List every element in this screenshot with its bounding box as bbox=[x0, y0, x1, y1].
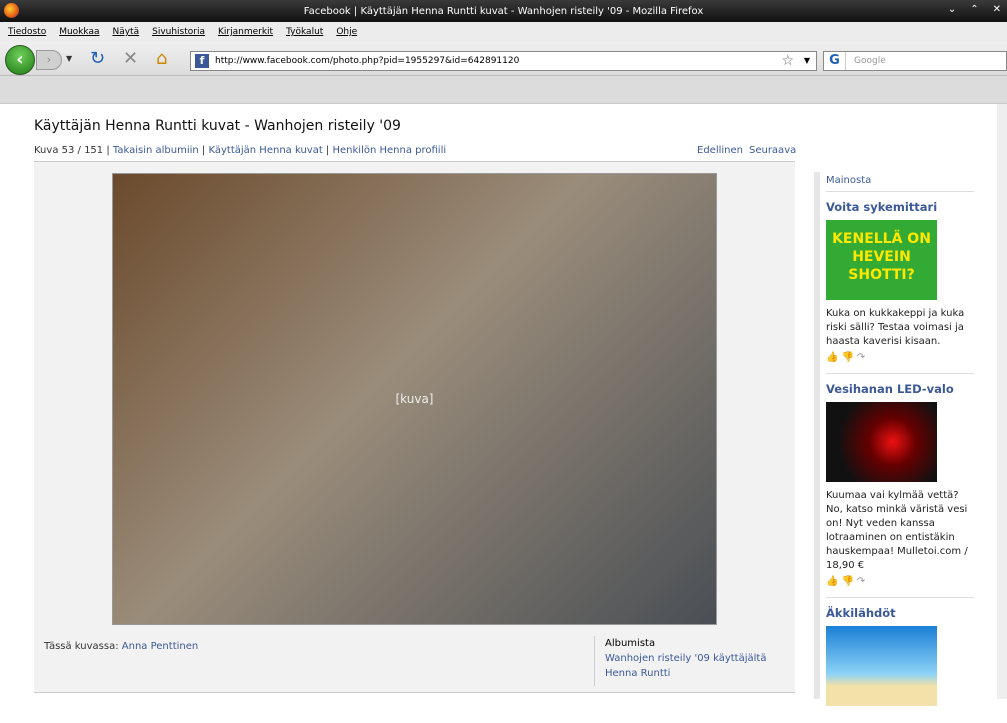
scrollbar[interactable] bbox=[997, 104, 1007, 699]
url-text: http://www.facebook.com/photo.php?pid=19… bbox=[215, 56, 520, 66]
back-to-album-link[interactable]: Takaisin albumiin bbox=[113, 145, 199, 156]
breadcrumb: Kuva 53 / 151 | Takaisin albumiin | Käyt… bbox=[34, 145, 447, 156]
tagged-label: Tässä kuvassa: bbox=[44, 641, 119, 652]
advertise-link[interactable]: Mainosta bbox=[826, 175, 871, 186]
title-bar: Facebook | Käyttäjän Henna Runtti kuvat … bbox=[0, 0, 1007, 22]
firefox-icon bbox=[4, 3, 19, 18]
stop-icon[interactable]: ✕ bbox=[123, 49, 138, 69]
history-dropdown-icon[interactable]: ▼ bbox=[66, 54, 72, 63]
divider bbox=[34, 692, 795, 693]
ad-image[interactable]: KENELLÄ ON HEVEIN SHOTTI? bbox=[826, 220, 937, 300]
ad-item[interactable]: Voita sykemittari KENELLÄ ON HEVEIN SHOT… bbox=[826, 192, 974, 374]
bookmarks-toolbar bbox=[0, 76, 1007, 104]
window-title: Facebook | Käyttäjän Henna Runtti kuvat … bbox=[303, 5, 704, 17]
ad-title[interactable]: Vesihanan LED-valo bbox=[826, 382, 974, 396]
minimize-button[interactable]: ⌄ bbox=[948, 4, 956, 15]
album-info: Albumista Wanhojen risteily '09 käyttäjä… bbox=[594, 636, 766, 686]
ad-image[interactable] bbox=[826, 626, 937, 706]
album-owner-link[interactable]: Henna Runtti bbox=[605, 668, 670, 679]
ad-item[interactable]: Äkkilähdöt bbox=[826, 598, 974, 723]
ad-description: Kuumaa vai kylmää vettä? No, katso minkä… bbox=[826, 490, 968, 571]
photo[interactable]: [kuva] bbox=[112, 173, 717, 625]
photo-area: [kuva] Tässä kuvassa: Anna Penttinen Alb… bbox=[34, 162, 795, 692]
google-icon[interactable]: G bbox=[824, 52, 846, 70]
facebook-favicon-icon: f bbox=[195, 54, 209, 68]
home-icon[interactable]: ⌂ bbox=[156, 49, 167, 69]
previous-link[interactable]: Edellinen bbox=[697, 145, 743, 156]
ad-title[interactable]: Äkkilähdöt bbox=[826, 606, 974, 620]
album-link[interactable]: Wanhojen risteily '09 käyttäjältä bbox=[605, 653, 766, 664]
profile-link[interactable]: Henkilön Henna profiili bbox=[332, 145, 446, 156]
ad-title[interactable]: Voita sykemittari bbox=[826, 200, 974, 214]
page-title: Käyttäjän Henna Runtti kuvat - Wanhojen … bbox=[34, 118, 401, 134]
back-button[interactable]: ‹ bbox=[5, 45, 35, 75]
ad-item[interactable]: Vesihanan LED-valo Kuumaa vai kylmää vet… bbox=[826, 374, 974, 598]
search-placeholder: Google bbox=[854, 56, 886, 66]
photo-counter: Kuva 53 / 151 bbox=[34, 145, 104, 156]
tagged-person-link[interactable]: Anna Penttinen bbox=[122, 641, 198, 652]
menu-tools[interactable]: Työkalut bbox=[282, 27, 332, 37]
ad-vote-icons[interactable]: 👍👎↷ bbox=[826, 352, 974, 363]
forward-button[interactable]: › bbox=[36, 50, 62, 70]
user-photos-link[interactable]: Käyttäjän Henna kuvat bbox=[208, 145, 322, 156]
menu-view[interactable]: Näytä bbox=[108, 27, 148, 37]
bookmark-star-icon[interactable]: ☆ bbox=[781, 53, 794, 69]
maximize-button[interactable]: ⌃ bbox=[970, 4, 978, 15]
ad-description: Kuka on kukkakeppi ja kuka riski sälli? … bbox=[826, 308, 965, 347]
menu-bar: Tiedosto Muokkaa Näytä Sivuhistoria Kirj… bbox=[0, 22, 1007, 42]
page-content: Käyttäjän Henna Runtti kuvat - Wanhojen … bbox=[0, 104, 1007, 706]
search-input[interactable]: G Google bbox=[823, 51, 1007, 71]
menu-help[interactable]: Ohje bbox=[332, 27, 366, 37]
reload-icon[interactable]: ↻ bbox=[90, 49, 105, 69]
photo-placeholder: [kuva] bbox=[395, 392, 434, 406]
ad-vote-icons[interactable]: 👍👎↷ bbox=[826, 576, 974, 587]
ads-sidebar: Mainosta Voita sykemittari KENELLÄ ON HE… bbox=[814, 172, 974, 706]
album-label: Albumista bbox=[605, 638, 656, 649]
menu-edit[interactable]: Muokkaa bbox=[55, 27, 108, 37]
tagged-people: Tässä kuvassa: Anna Penttinen bbox=[44, 641, 198, 652]
menu-bookmarks[interactable]: Kirjanmerkit bbox=[214, 27, 282, 37]
close-button[interactable]: ✕ bbox=[993, 4, 1001, 15]
menu-history[interactable]: Sivuhistoria bbox=[148, 27, 214, 37]
menu-file[interactable]: Tiedosto bbox=[4, 27, 55, 37]
next-link[interactable]: Seuraava bbox=[749, 145, 796, 156]
ad-image[interactable] bbox=[826, 402, 937, 482]
url-dropdown-icon[interactable]: ▼ bbox=[804, 56, 810, 65]
url-bar[interactable]: f http://www.facebook.com/photo.php?pid=… bbox=[190, 51, 817, 71]
